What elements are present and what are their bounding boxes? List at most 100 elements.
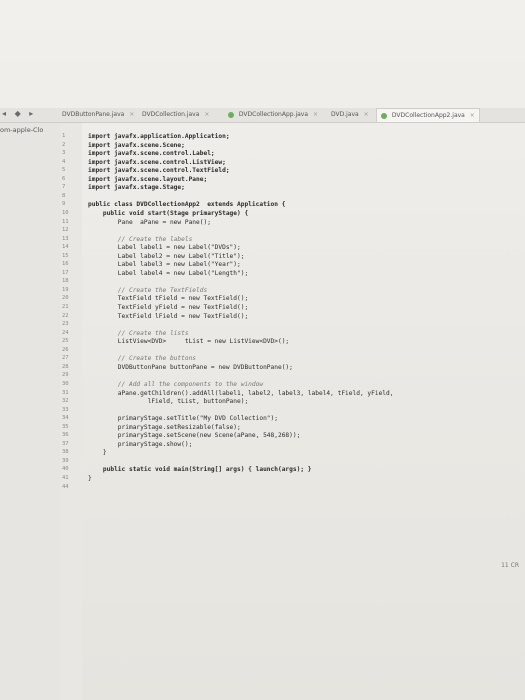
code-line[interactable]: import javafx.scene.layout.Pane;	[88, 176, 207, 183]
tab-dvdcollection[interactable]: DVDCollection.java ×	[142, 108, 209, 121]
close-icon[interactable]: ×	[129, 111, 134, 118]
tab-dvdcollectionapp2[interactable]: DVDCollectionApp2.java ×	[376, 108, 480, 122]
code-line[interactable]: import javafx.scene.control.TextField;	[88, 167, 230, 174]
line-number: 19	[62, 286, 69, 293]
code-line[interactable]: Pane aPane = new Pane();	[88, 219, 211, 226]
project-label[interactable]: om-apple-Clo	[0, 126, 43, 134]
code-line[interactable]: TextField lField = new TextField();	[88, 313, 248, 320]
back-icon[interactable]: ◂	[2, 109, 6, 118]
code-line[interactable]: Label label3 = new Label("Year");	[88, 261, 241, 268]
line-number: 15	[62, 252, 69, 259]
line-number: 30	[62, 380, 69, 387]
code-line[interactable]: import javafx.scene.control.Label;	[88, 150, 215, 157]
code-line[interactable]: primaryStage.setResizable(false);	[88, 424, 241, 431]
line-number: 12	[62, 227, 69, 234]
tab-label: DVDCollectionApp2.java	[391, 112, 465, 119]
code-line[interactable]: import javafx.scene.control.ListView;	[88, 159, 226, 166]
code-line[interactable]: // Create the labels	[88, 236, 193, 243]
line-number: 18	[62, 278, 69, 285]
line-number: 29	[62, 372, 69, 379]
line-number: 3	[62, 150, 66, 157]
code-line[interactable]: // Create the TextFields	[88, 287, 207, 294]
line-number: 26	[62, 346, 69, 353]
line-number: 34	[62, 415, 69, 422]
code-line[interactable]: // Create the lists	[88, 330, 189, 337]
code-line[interactable]: TextField tField = new TextField();	[88, 295, 248, 302]
line-number: 21	[62, 304, 69, 310]
code-line[interactable]: DVDButtonPane buttonPane = new DVDButton…	[88, 364, 293, 371]
tab-label: DVDCollectionApp.java	[238, 111, 309, 118]
code-line[interactable]: Label label2 = new Label("Title");	[88, 253, 245, 260]
code-line[interactable]: public class DVDCollectionApp2 extends A…	[88, 201, 285, 208]
line-number: 1	[62, 133, 66, 139]
code-line[interactable]: public void start(Stage primaryStage) {	[88, 210, 248, 217]
code-line[interactable]: }	[88, 475, 92, 482]
forward-icon[interactable]: ◆	[15, 109, 21, 118]
line-number: 36	[62, 432, 69, 439]
code-line[interactable]: import javafx.stage.Stage;	[88, 184, 185, 191]
project-sidebar: om-apple-Clo	[0, 123, 61, 700]
code-line[interactable]: lField, tList, buttonPane);	[88, 398, 249, 405]
line-number: 31	[62, 389, 69, 396]
line-number: 27	[62, 355, 69, 362]
code-line[interactable]: TextField yField = new TextField();	[88, 304, 248, 311]
line-number: 44	[62, 483, 69, 490]
line-number: 38	[62, 449, 69, 456]
nav-controls: ◂ ◆ ▸	[2, 109, 39, 118]
tab-dvdcollectionapp[interactable]: DVDCollectionApp.java ×	[228, 108, 318, 121]
line-number: 35	[62, 423, 69, 430]
line-number: 24	[62, 329, 69, 336]
code-line[interactable]: }	[88, 449, 107, 456]
editor-tab-bar: ◂ ◆ ▸ DVDButtonPane.java × DVDCollection…	[0, 108, 525, 123]
ide-screen: ◂ ◆ ▸ DVDButtonPane.java × DVDCollection…	[0, 0, 525, 700]
line-number: 23	[62, 321, 69, 328]
tab-dvdbuttonpane[interactable]: DVDButtonPane.java ×	[62, 108, 134, 121]
line-number: 39	[62, 457, 69, 464]
code-line[interactable]: Label label1 = new Label("DVDs");	[88, 244, 241, 251]
code-line[interactable]: import javafx.application.Application;	[88, 133, 230, 140]
close-icon[interactable]: ×	[364, 111, 369, 118]
line-number: 13	[62, 235, 69, 242]
line-number: 37	[62, 440, 69, 447]
line-number: 20	[62, 295, 69, 302]
line-number: 41	[62, 475, 69, 481]
line-number: 2	[62, 141, 66, 148]
status-indicator: 11 CR	[501, 562, 519, 569]
line-number: 17	[62, 269, 69, 276]
line-number: 25	[62, 338, 69, 345]
close-icon[interactable]: ×	[313, 111, 318, 118]
tab-label: DVDCollection.java	[142, 111, 200, 118]
line-number: 40	[62, 466, 69, 473]
history-icon[interactable]: ▸	[29, 109, 33, 118]
code-line[interactable]: ListView<DVD> tList = new ListView<DVD>(…	[88, 338, 289, 345]
line-number: 4	[62, 158, 66, 165]
line-number: 22	[62, 312, 69, 319]
code-line[interactable]: // Add all the components to the window	[88, 381, 263, 388]
line-number: 33	[62, 406, 69, 413]
java-file-icon	[228, 111, 234, 118]
close-icon[interactable]: ×	[470, 112, 475, 119]
tab-dvd[interactable]: DVD.java ×	[331, 108, 369, 121]
code-line[interactable]: primaryStage.show();	[88, 441, 193, 448]
code-line[interactable]: primaryStage.setTitle("My DVD Collection…	[88, 415, 278, 422]
line-number: 5	[62, 167, 66, 174]
code-line[interactable]: primaryStage.setScene(new Scene(aPane, 5…	[88, 432, 301, 439]
close-icon[interactable]: ×	[204, 111, 209, 118]
line-number: 32	[62, 398, 69, 405]
line-number: 7	[62, 184, 66, 191]
line-number: 10	[62, 209, 69, 216]
line-number: 16	[62, 261, 69, 268]
line-number: 6	[62, 175, 66, 182]
code-line[interactable]: import javafx.scene.Scene;	[88, 142, 185, 149]
tab-label: DVDButtonPane.java	[62, 111, 125, 118]
java-file-icon	[381, 112, 387, 119]
code-editor[interactable]: import javafx.application.Application; im…	[82, 123, 502, 603]
code-line[interactable]: aPane.getChildren().addAll(label1, label…	[88, 390, 394, 397]
tab-label: DVD.java	[331, 111, 359, 118]
line-number: 11	[62, 218, 69, 225]
line-number-gutter: 1 2 3 4 5 6 7 8 9 10 11 12 13 14 15 16 17 18 19 20 21 22 23 24 2…	[60, 123, 82, 700]
code-line[interactable]: Label label4 = new Label("Length");	[88, 270, 248, 277]
code-line[interactable]: // Create the buttons	[88, 355, 196, 362]
code-line[interactable]: public static void main(String[] args) {…	[88, 466, 312, 473]
line-number: 14	[62, 244, 69, 251]
